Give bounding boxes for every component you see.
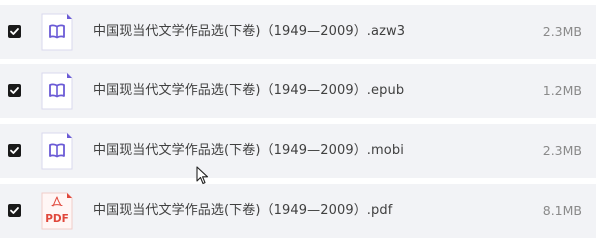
file-checkbox[interactable] [8,144,21,157]
file-name: 中国现当代文学作品选(下卷)（1949—2009）.mobi [93,143,404,158]
checkmark-icon [10,28,19,35]
file-name: 中国现当代文学作品选(下卷)（1949—2009）.epub [93,83,405,98]
file-name: 中国现当代文学作品选(下卷)（1949—2009）.pdf [93,203,393,218]
file-row-azw3[interactable]: 中国现当代文学作品选(下卷)（1949—2009）.azw3 2.3MB [0,5,596,59]
file-row-mobi[interactable]: 中国现当代文学作品选(下卷)（1949—2009）.mobi 2.3MB [0,124,596,178]
file-list: 中国现当代文学作品选(下卷)（1949—2009）.azw3 2.3MB 中国现… [0,0,596,241]
ebook-icon [41,132,73,170]
file-row-pdf[interactable]: PDF 中国现当代文学作品选(下卷)（1949—2009）.pdf 8.1MB [0,184,596,238]
checkmark-icon [10,147,19,154]
checkmark-icon [10,87,19,94]
file-row-epub[interactable]: 中国现当代文学作品选(下卷)（1949—2009）.epub 1.2MB [0,64,596,118]
pdf-icon: PDF [41,192,73,230]
ebook-icon [41,13,73,51]
file-checkbox[interactable] [8,25,21,38]
file-size: 2.3MB [542,143,582,158]
ebook-icon [41,72,73,110]
mouse-pointer-icon [196,166,210,186]
checkmark-icon [10,207,19,214]
file-checkbox[interactable] [8,204,21,217]
file-name: 中国现当代文学作品选(下卷)（1949—2009）.azw3 [93,24,406,39]
file-checkbox[interactable] [8,84,21,97]
file-size: 2.3MB [542,24,582,39]
pdf-icon-label: PDF [45,213,69,225]
file-size: 1.2MB [542,83,582,98]
file-size: 8.1MB [542,203,582,218]
